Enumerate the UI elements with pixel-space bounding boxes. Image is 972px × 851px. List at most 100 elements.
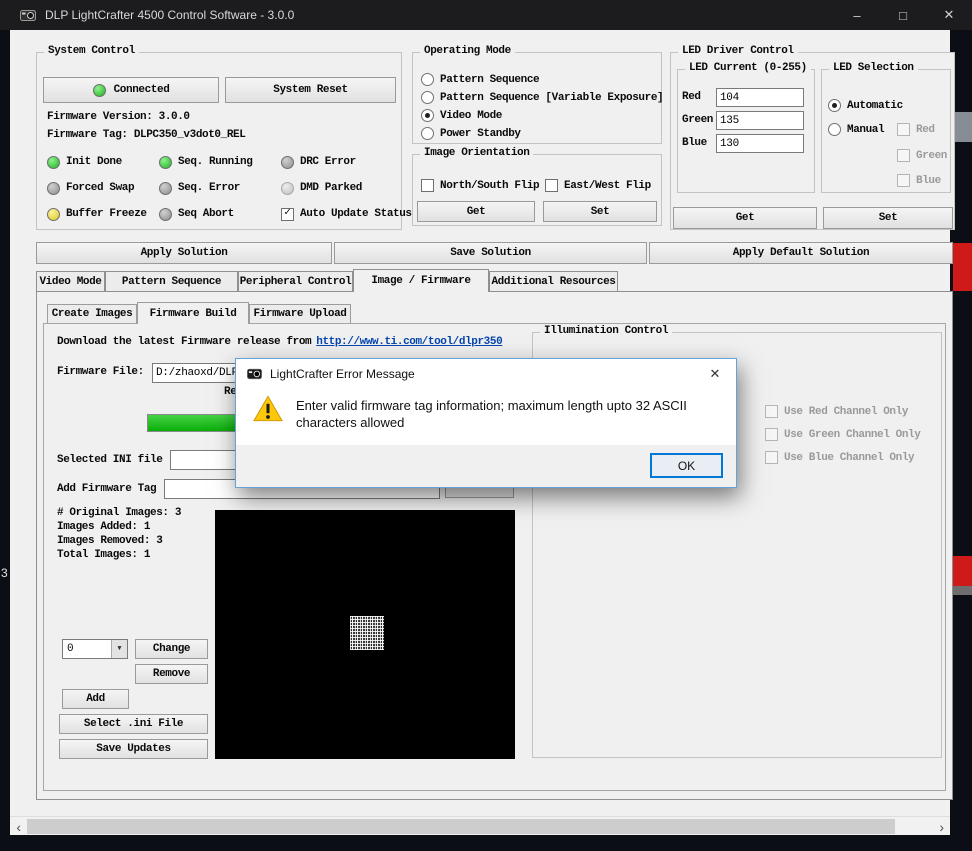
download-text: Download the latest Firmware release fro… bbox=[57, 336, 311, 348]
dialog-close-button[interactable]: ✕ bbox=[694, 359, 736, 388]
auto-update-checkbox[interactable]: ✓ bbox=[281, 208, 294, 221]
orientation-set-button[interactable]: Set bbox=[543, 201, 657, 222]
red-current-input[interactable] bbox=[716, 88, 804, 107]
power-standby-option: Power Standby bbox=[421, 127, 521, 140]
save-solution-button[interactable]: Save Solution bbox=[334, 242, 647, 264]
use-blue-only-option: Use Blue Channel Only bbox=[765, 451, 914, 464]
video-mode-radio[interactable] bbox=[421, 109, 434, 122]
chevron-down-icon: ▼ bbox=[117, 645, 121, 653]
checkbox-label: Blue bbox=[916, 175, 941, 187]
close-button[interactable]: ✕ bbox=[926, 0, 972, 30]
tab-video-mode[interactable]: Video Mode bbox=[36, 271, 105, 291]
tab-peripheral-control[interactable]: Peripheral Control bbox=[238, 271, 353, 291]
tab-pattern-sequence[interactable]: Pattern Sequence bbox=[105, 271, 238, 291]
system-control-group: System Control Connected System Reset Fi… bbox=[36, 52, 402, 230]
window-controls: – □ ✕ bbox=[834, 0, 972, 30]
dialog-message: Enter valid firmware tag information; ma… bbox=[296, 397, 730, 431]
add-button[interactable]: Add bbox=[62, 689, 129, 709]
tab-firmware-build[interactable]: Firmware Build bbox=[137, 302, 249, 324]
dropdown-value: 0 bbox=[63, 643, 111, 655]
group-title: Operating Mode bbox=[420, 45, 515, 57]
status-forced-swap: Forced Swap bbox=[47, 182, 159, 195]
image-orientation-group: Image Orientation North/South Flip East/… bbox=[412, 154, 662, 226]
manual-radio[interactable] bbox=[828, 123, 841, 136]
error-dialog: LightCrafter Error Message ✕ Enter valid… bbox=[235, 358, 737, 488]
images-removed-count: Images Removed: 3 bbox=[57, 534, 181, 548]
tab-firmware-upload[interactable]: Firmware Upload bbox=[249, 304, 351, 323]
use-blue-only-checkbox bbox=[765, 451, 778, 464]
radio-label: Video Mode bbox=[440, 110, 502, 122]
minimize-button[interactable]: – bbox=[834, 0, 880, 30]
auto-update-label: Auto Update Status bbox=[300, 208, 412, 220]
system-reset-button[interactable]: System Reset bbox=[225, 77, 396, 103]
tab-additional-resources[interactable]: Additional Resources bbox=[489, 271, 618, 291]
group-title: Illumination Control bbox=[540, 325, 672, 337]
checkbox-label: Red bbox=[916, 124, 935, 136]
group-title: System Control bbox=[44, 45, 139, 57]
warning-icon bbox=[253, 395, 283, 422]
manual-option: Manual bbox=[828, 123, 884, 136]
dropdown-arrow-icon[interactable]: ▼ bbox=[111, 640, 127, 658]
led-label: Seq. Error bbox=[178, 182, 240, 194]
radio-label: Manual bbox=[847, 124, 884, 136]
pattern-sequence-ve-radio[interactable] bbox=[421, 91, 434, 104]
automatic-option: Automatic bbox=[828, 99, 903, 112]
scrollbar-thumb[interactable] bbox=[27, 819, 895, 834]
buffer-freeze-led-icon bbox=[47, 208, 60, 221]
apply-solution-button[interactable]: Apply Solution bbox=[36, 242, 332, 264]
led-label: Forced Swap bbox=[66, 182, 134, 194]
connected-button[interactable]: Connected bbox=[43, 77, 219, 103]
group-title: LED Selection bbox=[829, 62, 918, 74]
scroll-right-arrow[interactable]: › bbox=[933, 817, 950, 836]
checkbox-label: Use Red Channel Only bbox=[784, 406, 908, 418]
remove-button[interactable]: Remove bbox=[135, 664, 208, 684]
tab-image-firmware[interactable]: Image / Firmware bbox=[353, 269, 489, 292]
firmware-file-label: Firmware File: bbox=[57, 366, 144, 378]
led-get-button[interactable]: Get bbox=[673, 207, 817, 229]
app-projector-icon bbox=[20, 8, 36, 22]
firmware-download-link[interactable]: http://www.ti.com/tool/dlpr350 bbox=[316, 336, 502, 348]
apply-default-solution-button[interactable]: Apply Default Solution bbox=[649, 242, 953, 264]
seq-abort-led-icon bbox=[159, 208, 172, 221]
seq-error-led-icon bbox=[159, 182, 172, 195]
checkbox-label: East/West Flip bbox=[564, 180, 651, 192]
connected-led-icon bbox=[93, 84, 106, 97]
north-south-option: North/South Flip bbox=[421, 179, 539, 192]
automatic-radio[interactable] bbox=[828, 99, 841, 112]
titlebar: DLP LightCrafter 4500 Control Software -… bbox=[0, 0, 972, 30]
change-button[interactable]: Change bbox=[135, 639, 208, 659]
led-set-button[interactable]: Set bbox=[823, 207, 953, 229]
horizontal-scrollbar[interactable]: ‹ › bbox=[10, 816, 950, 835]
forced-swap-led-icon bbox=[47, 182, 60, 195]
tab-create-images[interactable]: Create Images bbox=[47, 304, 137, 323]
group-title: Image Orientation bbox=[420, 147, 533, 159]
green-label: Green bbox=[682, 114, 713, 126]
image-index-dropdown[interactable]: 0 ▼ bbox=[62, 639, 128, 659]
led-label: Seq Abort bbox=[178, 208, 234, 220]
scroll-left-arrow[interactable]: ‹ bbox=[10, 817, 27, 836]
led-driver-control-group: LED Driver Control LED Current (0-255) R… bbox=[670, 52, 955, 230]
checkbox-label: Green bbox=[916, 150, 947, 162]
red-channel-option: Red bbox=[897, 123, 935, 136]
ok-button[interactable]: OK bbox=[650, 453, 723, 478]
pattern-sequence-ve-option: Pattern Sequence [Variable Exposure] bbox=[421, 91, 663, 104]
maximize-button[interactable]: □ bbox=[880, 0, 926, 30]
status-led-grid: Init Done Seq. Running DRC Error Forced … bbox=[47, 149, 397, 227]
power-standby-radio[interactable] bbox=[421, 127, 434, 140]
select-ini-file-button[interactable]: Select .ini File bbox=[59, 714, 208, 734]
dmd-parked-led-icon bbox=[281, 182, 294, 195]
checkbox-label: Use Green Channel Only bbox=[784, 429, 920, 441]
status-drc-error: DRC Error bbox=[281, 156, 412, 169]
east-west-checkbox[interactable] bbox=[545, 179, 558, 192]
connected-label: Connected bbox=[114, 84, 170, 96]
total-images-count: Total Images: 1 bbox=[57, 548, 181, 562]
north-south-checkbox[interactable] bbox=[421, 179, 434, 192]
radio-label: Power Standby bbox=[440, 128, 521, 140]
orientation-get-button[interactable]: Get bbox=[417, 201, 535, 222]
pattern-sequence-radio[interactable] bbox=[421, 73, 434, 86]
operating-mode-group: Operating Mode Pattern Sequence Pattern … bbox=[412, 52, 662, 144]
green-current-input[interactable] bbox=[716, 111, 804, 130]
blue-current-input[interactable] bbox=[716, 134, 804, 153]
save-updates-button[interactable]: Save Updates bbox=[59, 739, 208, 759]
blue-label: Blue bbox=[682, 137, 707, 149]
